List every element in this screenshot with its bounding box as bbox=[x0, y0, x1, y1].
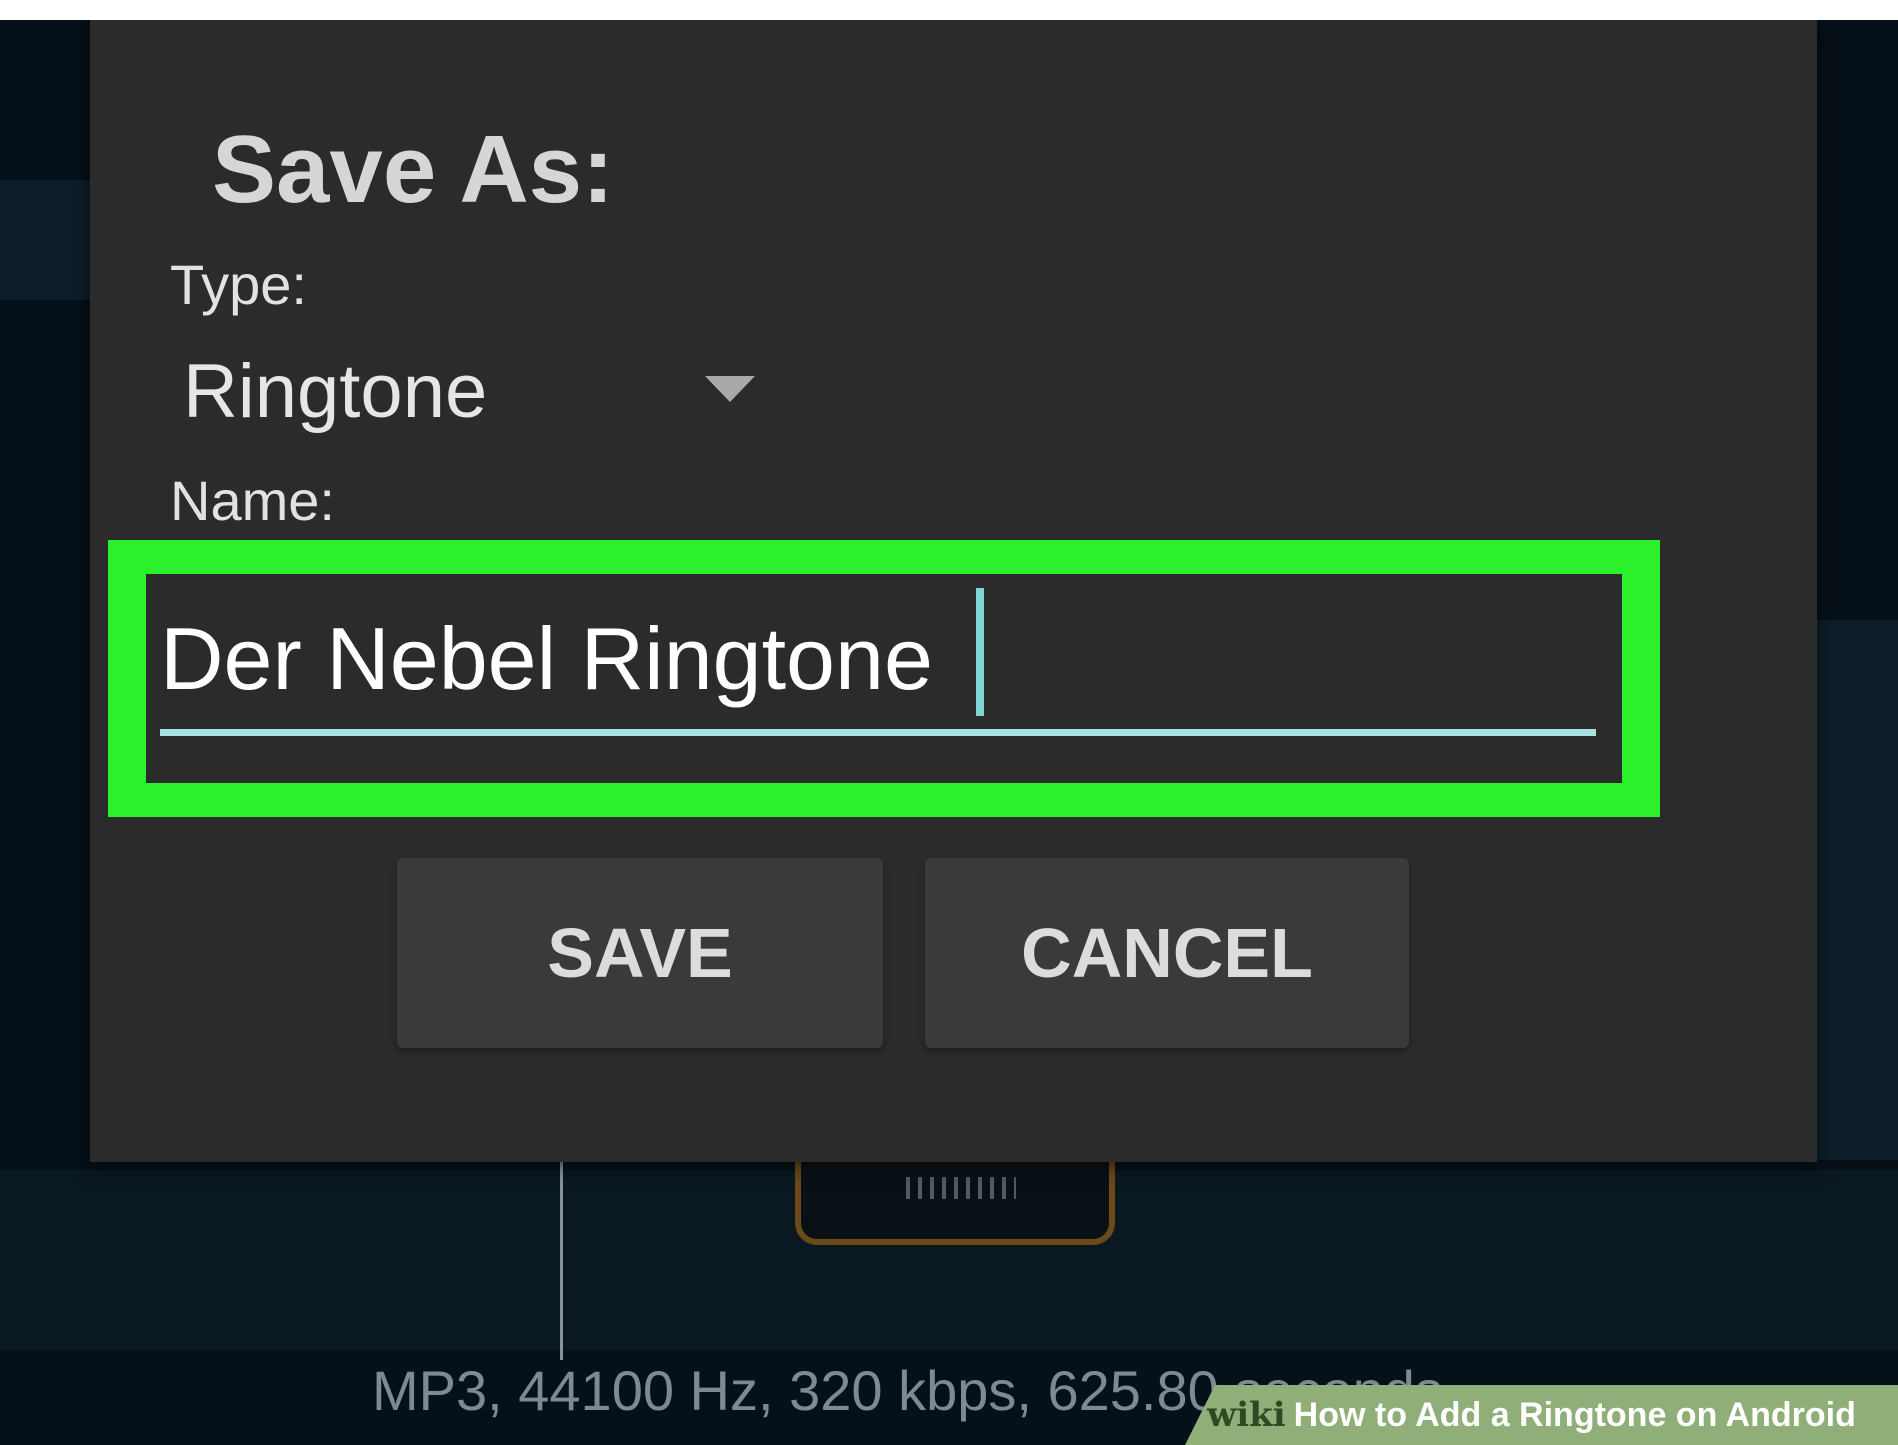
app-backdrop: MP3, 44100 Hz, 320 kbps, 625.80 seconds … bbox=[0, 20, 1898, 1445]
type-dropdown[interactable]: Ringtone bbox=[170, 340, 770, 440]
cancel-button[interactable]: CANCEL bbox=[925, 858, 1409, 1048]
waveform-right bbox=[1817, 620, 1898, 1160]
type-dropdown-value: Ringtone bbox=[183, 349, 488, 434]
dropdown-caret-icon bbox=[705, 376, 755, 402]
grip-icon bbox=[906, 1177, 1016, 1199]
name-field-container bbox=[146, 574, 1622, 783]
save-as-dialog: Save As: Type: Ringtone Name: SAVE CANCE… bbox=[90, 20, 1817, 1162]
waveform-left bbox=[0, 180, 90, 300]
playhead-line[interactable] bbox=[560, 1150, 563, 1360]
watermark-brand: wiki bbox=[1207, 1395, 1286, 1435]
marker-handle[interactable] bbox=[795, 1155, 1115, 1245]
dialog-title: Save As: bbox=[212, 116, 614, 223]
highlight-box bbox=[108, 540, 1660, 817]
text-cursor bbox=[976, 588, 984, 716]
watermark-title: How to Add a Ringtone on Android bbox=[1293, 1396, 1856, 1434]
watermark-banner: wiki How to Add a Ringtone on Android bbox=[1185, 1385, 1898, 1445]
type-label: Type: bbox=[170, 253, 307, 316]
save-button[interactable]: SAVE bbox=[397, 858, 883, 1048]
name-input-underline bbox=[160, 729, 1596, 736]
name-label: Name: bbox=[170, 469, 335, 532]
name-input[interactable] bbox=[160, 604, 1596, 714]
